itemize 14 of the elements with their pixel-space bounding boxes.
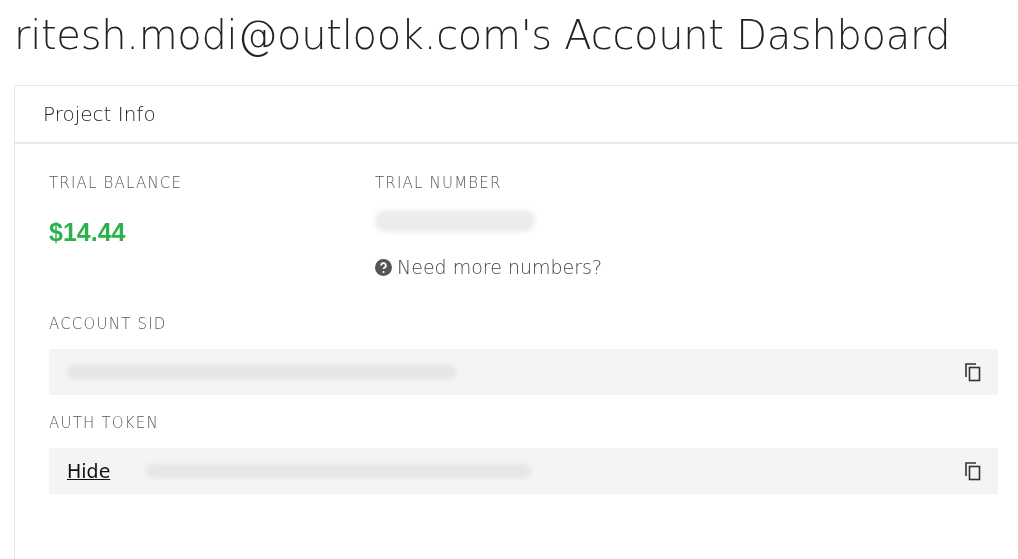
card-title: Project Info — [43, 102, 156, 126]
field-label: AUTH TOKEN — [49, 414, 159, 432]
hide-link[interactable]: Hide — [67, 460, 111, 482]
field-label: TRIAL NUMBER — [375, 174, 502, 192]
help-icon — [375, 258, 392, 276]
help-link[interactable]: Need more numbers? — [375, 256, 603, 278]
account-sid-field[interactable] — [49, 349, 998, 395]
auth-token-field[interactable]: Hide — [49, 448, 998, 494]
balance-amount: $14.44 — [49, 218, 126, 247]
field-label: ACCOUNT SID — [49, 315, 167, 333]
field-label: TRIAL BALANCE — [49, 174, 183, 192]
copy-icon[interactable] — [964, 461, 982, 481]
copy-icon[interactable] — [964, 362, 982, 382]
page-title: ritesh.modi@outlook.com's Account Dashboard — [13, 11, 952, 60]
